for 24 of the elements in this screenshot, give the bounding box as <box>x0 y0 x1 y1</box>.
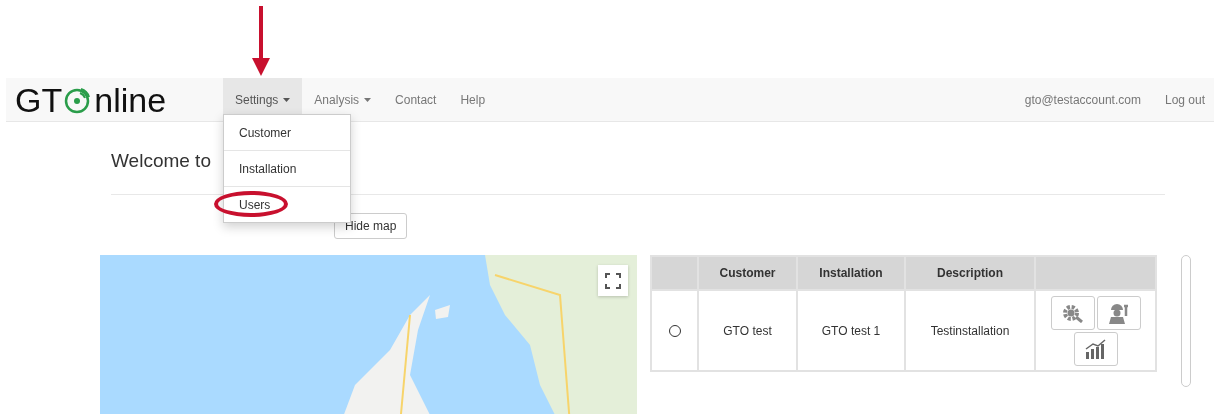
nav-menu-item[interactable]: Contact <box>383 78 449 121</box>
annotation-arrow <box>252 6 270 76</box>
chart-button[interactable] <box>1073 331 1118 366</box>
account-link[interactable]: gto@testaccount.com <box>1024 92 1141 107</box>
technician-button[interactable] <box>1096 295 1141 330</box>
logout-link[interactable]: Log out <box>1164 92 1205 107</box>
column-header: Customer <box>698 256 797 290</box>
column-header: Installation <box>797 256 905 290</box>
settings-button[interactable] <box>1050 295 1095 330</box>
column-header: Description <box>905 256 1035 290</box>
logo-text: GT <box>15 82 63 117</box>
worker-icon <box>1107 301 1130 324</box>
bar-chart-icon <box>1083 338 1108 359</box>
fullscreen-icon <box>605 272 621 289</box>
gear-wrench-icon <box>1061 302 1084 323</box>
welcome-heading: Welcome to <box>111 150 211 172</box>
nav-menu-item[interactable]: Help <box>448 78 498 121</box>
table-cell: Testinstallation <box>905 290 1035 371</box>
logo-text: nline <box>94 82 167 117</box>
table-cell: GTO test 1 <box>797 290 905 371</box>
table-cell: GTO test <box>698 290 797 371</box>
fullscreen-button[interactable] <box>598 265 628 296</box>
hide-map-button[interactable]: Hide map <box>334 213 408 239</box>
dropdown-item[interactable]: Installation <box>224 150 350 186</box>
